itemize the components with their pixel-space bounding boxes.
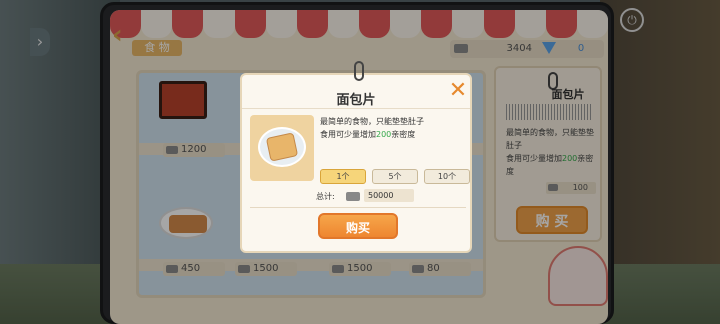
buy-button[interactable]: 购买 xyxy=(318,213,398,239)
quantity-option-10[interactable]: 10个 xyxy=(424,169,470,184)
total-row: 总计: 50000 xyxy=(316,189,470,203)
pin-icon xyxy=(354,61,364,81)
total-value: 50000 xyxy=(364,189,414,202)
quantity-option-1[interactable]: 1个 xyxy=(320,169,366,184)
dialog-title: 面包片 xyxy=(336,93,376,108)
close-icon[interactable]: ✕ xyxy=(448,80,468,102)
divider xyxy=(250,207,466,208)
dialog-description: 最简单的食物，只能垫垫肚子 食用可少量增加200亲密度 xyxy=(320,117,424,139)
purchase-dialog: 面包片 ✕ 最简单的食物，只能垫垫肚子 食用可少量增加200亲密度 1个 5个 … xyxy=(240,61,472,253)
quantity-selector: 1个 5个 10个 xyxy=(320,169,470,185)
quantity-option-5[interactable]: 5个 xyxy=(372,169,418,184)
total-label: 总计: xyxy=(316,192,335,201)
bread-slice-image xyxy=(250,115,314,181)
cash-icon xyxy=(346,192,360,201)
